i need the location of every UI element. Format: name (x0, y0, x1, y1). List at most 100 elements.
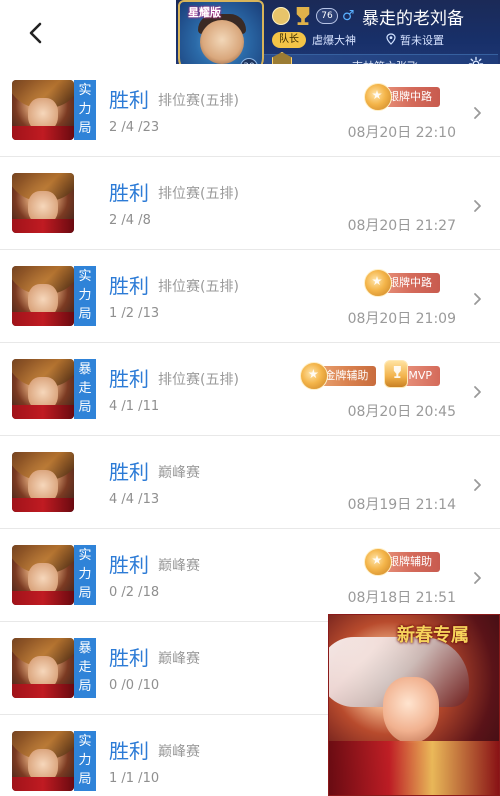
mode-tag-char: 暴 (78, 362, 92, 377)
match-row[interactable]: 胜利 排位赛(五排) 2 /4 /8 08月20日 21:27 (0, 157, 500, 250)
hero-portrait (12, 359, 74, 419)
chevron-left-icon (29, 22, 42, 44)
hero-portrait (12, 266, 74, 326)
match-result: 胜利 (109, 367, 149, 391)
match-mode: 排位赛(五排) (158, 186, 239, 202)
match-mode: 排位赛(五排) (158, 93, 239, 109)
chevron-right-icon (474, 479, 481, 491)
match-kda: 2 /4 /8 (109, 213, 151, 228)
match-mode-tag: 实力局 (74, 266, 96, 326)
profile-badges: 76 ♂ (272, 6, 355, 26)
profile-name: 暴走的老刘备 (362, 9, 464, 29)
hero-armor (12, 777, 74, 791)
mode-tag-char: 局 (78, 586, 92, 601)
match-time: 08月18日 21:51 (347, 590, 456, 606)
chevron-right-icon (474, 293, 481, 305)
match-row[interactable]: 实力局胜利 巅峰赛 0 /2 /18 08月18日 21:51 银牌辅助 (0, 529, 500, 622)
honor-badges: 银牌中路 (364, 269, 440, 297)
honor-badge: 金牌辅助 (300, 362, 377, 390)
chevron-right-icon (474, 200, 481, 212)
match-result: 胜利 (109, 739, 149, 763)
mode-tag-char: 局 (78, 772, 92, 787)
role-pill: 队长 (272, 32, 306, 48)
trophy-badge-icon (296, 7, 310, 25)
match-mode: 巅峰赛 (158, 558, 200, 574)
match-row[interactable]: 暴走局胜利 排位赛(五排) 4 /1 /11 08月20日 20:45 金牌辅助 MVP (0, 343, 500, 436)
match-row[interactable]: 实力局胜利 排位赛(五排) 1 /2 /13 08月20日 21:09 银牌中路 (0, 250, 500, 343)
mode-tag-char: 力 (78, 567, 92, 582)
hero-armor (12, 684, 74, 698)
match-row[interactable]: 实力局胜利 排位赛(五排) 2 /4 /23 08月20日 22:10 银牌中路 (0, 64, 500, 157)
hero-armor (12, 498, 74, 512)
mode-tag-char: 局 (78, 307, 92, 322)
match-time: 08月20日 20:45 (347, 404, 456, 420)
honor-badges: 银牌辅助 (364, 548, 440, 576)
hero-armor (12, 312, 74, 326)
match-kda: 4 /4 /13 (109, 492, 160, 507)
mode-tag-char: 力 (78, 753, 92, 768)
match-mode: 排位赛(五排) (158, 279, 239, 295)
match-kda: 4 /1 /11 (109, 399, 160, 414)
match-result: 胜利 (109, 88, 149, 112)
avatar-face (200, 20, 244, 64)
level-badge: 76 (316, 8, 338, 24)
match-mode-tag: 实力局 (74, 545, 96, 605)
match-mode: 排位赛(五排) (158, 372, 239, 388)
mode-tag-char: 暴 (78, 641, 92, 656)
hero-armor (12, 591, 74, 605)
match-kda: 1 /2 /13 (109, 306, 160, 321)
match-result: 胜利 (109, 274, 149, 298)
mvp-badge: MVP (384, 360, 440, 388)
mode-tag-char: 局 (78, 679, 92, 694)
honor-badge: 银牌辅助 (364, 548, 440, 576)
hero-portrait (12, 452, 74, 512)
match-mode: 巅峰赛 (158, 744, 200, 760)
location-text: 暂未设置 (400, 34, 444, 47)
location-pin-icon (386, 33, 396, 45)
match-row[interactable]: 胜利 巅峰赛 4 /4 /13 08月19日 21:14 (0, 436, 500, 529)
mode-tag-char: 实 (78, 83, 92, 98)
match-mode-tag: 暴走局 (74, 638, 96, 698)
promo-banner[interactable]: 新春专属 (328, 614, 500, 796)
hero-armor (12, 126, 74, 140)
match-kda: 1 /1 /10 (109, 771, 160, 786)
match-result: 胜利 (109, 646, 149, 670)
honor-badges: 金牌辅助 MVP (300, 360, 440, 390)
promo-hero-face (383, 677, 439, 743)
mode-tag-char: 实 (78, 269, 92, 284)
chevron-right-icon (474, 572, 481, 584)
match-mode-tag: 实力局 (74, 80, 96, 140)
match-kda: 2 /4 /23 (109, 120, 160, 135)
team-name: 虐爆大神 (312, 34, 356, 47)
match-mode: 巅峰赛 (158, 465, 200, 481)
male-gender-icon: ♂ (342, 8, 355, 24)
mode-tag-char: 力 (78, 102, 92, 117)
hero-portrait (12, 545, 74, 605)
mode-tag-char: 走 (78, 381, 92, 396)
hero-portrait (12, 638, 74, 698)
chevron-right-icon (474, 107, 481, 119)
hero-armor (12, 219, 74, 233)
honor-badges: 银牌中路 (364, 83, 440, 111)
match-mode-tag: 实力局 (74, 731, 96, 791)
match-time: 08月20日 21:09 (347, 311, 456, 327)
honor-badge: 银牌中路 (364, 269, 440, 297)
mode-tag-char: 力 (78, 288, 92, 303)
back-button[interactable] (22, 18, 50, 48)
hero-portrait (12, 731, 74, 791)
match-result: 胜利 (109, 181, 149, 205)
round-badge-icon (272, 7, 290, 25)
mode-tag-char: 局 (78, 121, 92, 136)
app-root: 星耀版 30 76 ♂ 暴走的老刘备 队长 虐爆大神 暂未设置 吉林第六张飞 实… (0, 0, 500, 796)
mode-tag-char: 局 (78, 400, 92, 415)
chevron-right-icon (474, 386, 481, 398)
match-time: 08月19日 21:14 (347, 497, 456, 513)
match-time: 08月20日 22:10 (347, 125, 456, 141)
promo-title: 新春专属 (397, 625, 469, 646)
match-result: 胜利 (109, 460, 149, 484)
hero-armor (12, 405, 74, 419)
honor-badge: 银牌中路 (364, 83, 440, 111)
match-kda: 0 /2 /18 (109, 585, 160, 600)
match-result: 胜利 (109, 553, 149, 577)
match-mode-tag: 暴走局 (74, 359, 96, 419)
